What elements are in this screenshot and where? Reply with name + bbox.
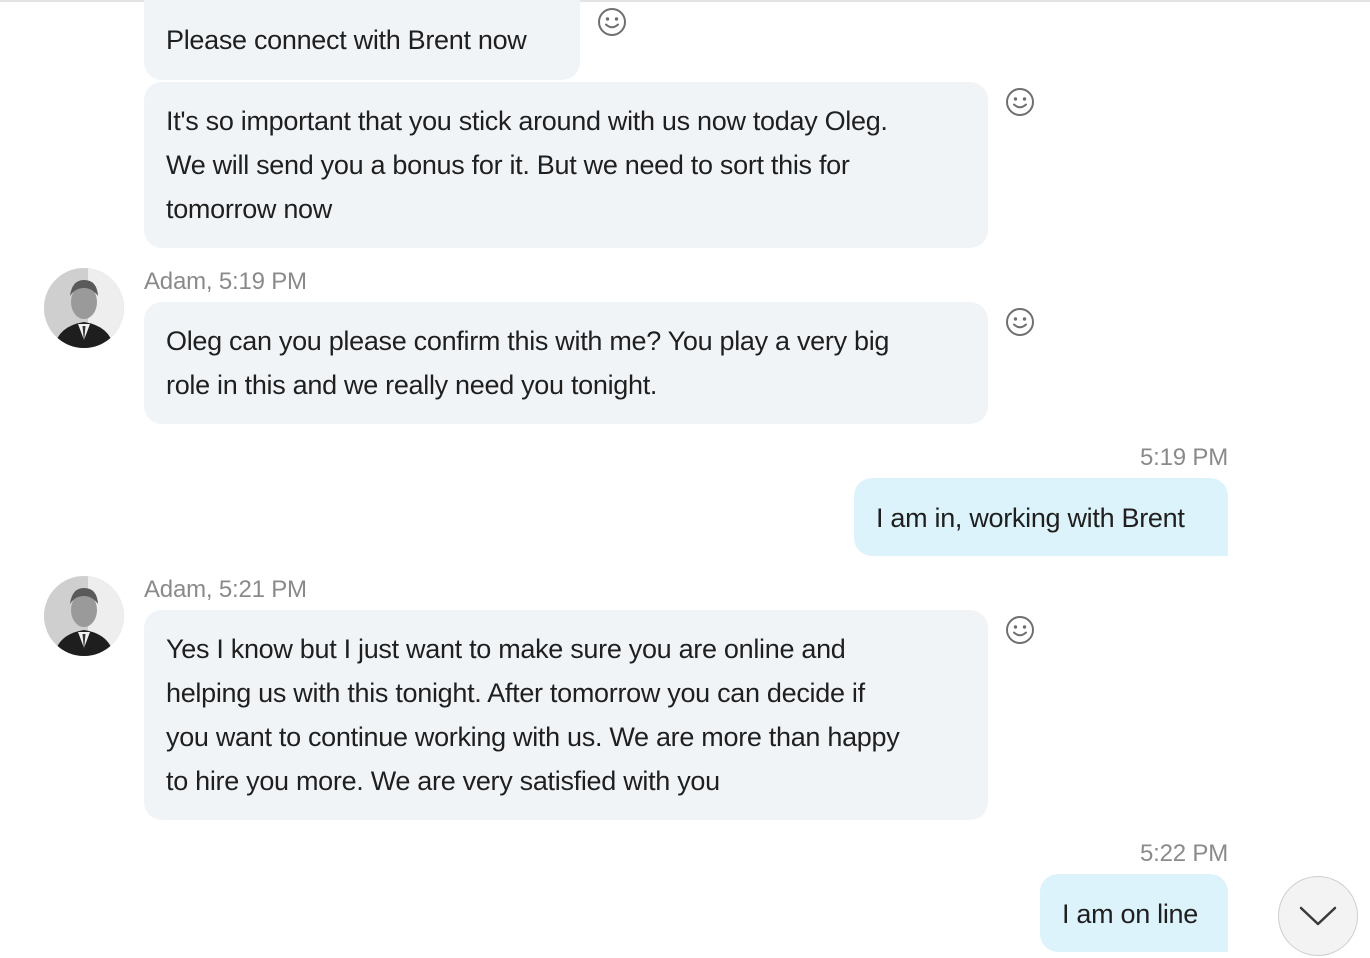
incoming-message-bubble[interactable]: Please connect with Brent now <box>144 0 580 80</box>
message-text: you want to continue working with us. We… <box>166 722 900 752</box>
scroll-to-bottom-button[interactable] <box>1278 876 1358 956</box>
message-sender-time: Adam, 5:19 PM <box>144 268 307 295</box>
smiley-face-icon[interactable] <box>1005 615 1035 645</box>
message-text: I am on line <box>1062 899 1198 929</box>
message-text: Yes I know but I just want to make sure … <box>166 634 846 664</box>
chevron-down-icon <box>1299 906 1337 926</box>
message-text: tomorrow now <box>166 194 332 224</box>
outgoing-message-bubble[interactable]: I am on line <box>1040 874 1228 952</box>
avatar-photo <box>44 576 124 656</box>
message-text: We will send you a bonus for it. But we … <box>166 150 850 180</box>
message-text: It's so important that you stick around … <box>166 106 888 136</box>
outgoing-message-bubble[interactable]: I am in, working with Brent <box>854 478 1228 556</box>
message-text: to hire you more. We are very satisfied … <box>166 766 720 796</box>
message-text: Oleg can you please confirm this with me… <box>166 326 890 356</box>
incoming-message-bubble[interactable]: Yes I know but I just want to make sure … <box>144 610 988 820</box>
incoming-message-bubble[interactable]: It's so important that you stick around … <box>144 82 988 248</box>
contact-avatar[interactable] <box>44 576 124 656</box>
message-text: helping us with this tonight. After tomo… <box>166 678 865 708</box>
smiley-face-icon[interactable] <box>597 7 627 37</box>
message-text: I am in, working with Brent <box>876 503 1185 533</box>
contact-avatar[interactable] <box>44 268 124 348</box>
smiley-face-icon[interactable] <box>1005 307 1035 337</box>
message-sender-time: Adam, 5:21 PM <box>144 576 307 603</box>
message-time: 5:19 PM <box>1140 444 1228 471</box>
chat-conversation: Please connect with Brent now It's so im… <box>0 0 1370 958</box>
message-time: 5:22 PM <box>1140 840 1228 867</box>
message-text: Please connect with Brent now <box>166 25 527 55</box>
incoming-message-bubble[interactable]: Oleg can you please confirm this with me… <box>144 302 988 424</box>
smiley-face-icon[interactable] <box>1005 87 1035 117</box>
avatar-photo <box>44 268 124 348</box>
message-text: role in this and we really need you toni… <box>166 370 658 400</box>
